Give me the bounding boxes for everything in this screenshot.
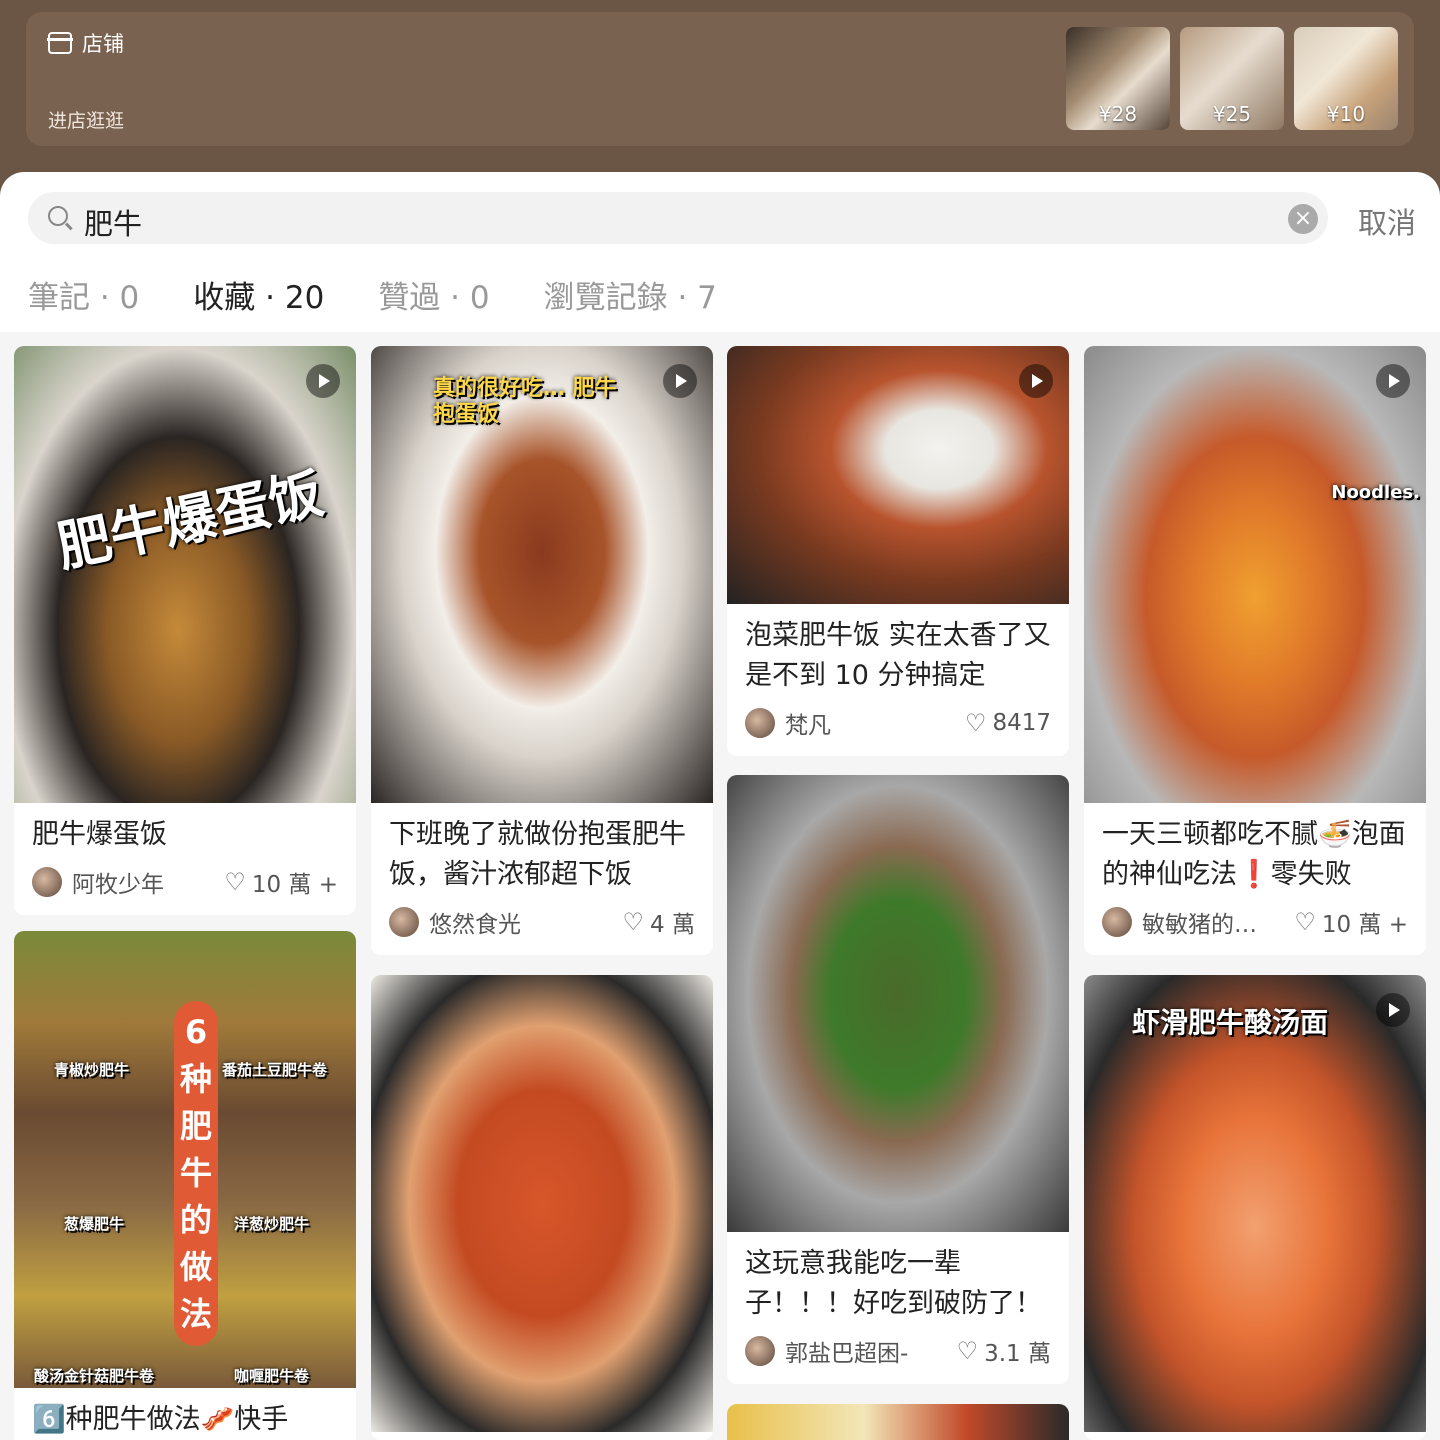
like-count: 3.1 萬 (984, 1341, 1051, 1367)
note-title: 这玩意我能吃一辈子！！！好吃到破防了！ (745, 1248, 1042, 1319)
tab-notes[interactable]: 筆記 · 0 (28, 272, 139, 317)
clear-icon[interactable]: × (1288, 204, 1318, 234)
shop-product-thumb[interactable]: ¥28 (1066, 27, 1170, 130)
like-count: 10 萬 + (251, 872, 338, 898)
note-meta: 郭盐巴超困- ♡ 3.1 萬 (727, 1324, 1069, 1384)
dish-label: 咖喱肥牛卷 (234, 1367, 310, 1385)
note-cover-image (371, 975, 713, 1432)
avatar[interactable] (745, 708, 775, 738)
shop-product-thumb[interactable]: ¥25 (1180, 27, 1284, 130)
tab-favorites[interactable]: 收藏 · 20 (193, 272, 324, 347)
like-button[interactable]: ♡ 8417 (965, 709, 1051, 737)
search-bar[interactable]: 肥牛 × (28, 192, 1328, 244)
cover-overlay-text: 真的很好吃… 肥牛抱蛋饭 (433, 376, 617, 427)
avatar[interactable] (32, 867, 62, 897)
note-cover-image: Noodles. (1084, 346, 1426, 803)
play-icon (1019, 364, 1053, 398)
note-card[interactable]: 泡菜肥牛饭 实在太香了又是不到 10 分钟搞定 梵凡 ♡ 8417 (727, 346, 1069, 756)
cover-overlay-text: 虾滑肥牛酸汤面 (1132, 1006, 1329, 1039)
note-title: 下班晚了就做份抱蛋肥牛饭，酱汁浓郁超下饭 (389, 819, 686, 890)
product-price: ¥10 (1326, 102, 1366, 126)
note-title: 6️⃣种肥牛做法🥓快手 (32, 1404, 289, 1435)
like-button[interactable]: ♡ 4 萬 (623, 905, 695, 939)
like-button[interactable]: ♡ 3.1 萬 (957, 1334, 1051, 1368)
shop-title-label: 店铺 (82, 32, 124, 56)
dish-label: 葱爆肥牛 (64, 1215, 125, 1233)
product-price: ¥28 (1098, 102, 1138, 126)
author-name[interactable]: 悠然食光 (429, 905, 623, 939)
author-name[interactable]: 梵凡 (785, 706, 965, 740)
author-name[interactable]: 敏敏猪的… (1142, 905, 1294, 939)
note-card[interactable] (371, 975, 713, 1440)
note-cover-image: 肥牛爆蛋饭 (14, 346, 356, 803)
heart-icon: ♡ (1294, 908, 1316, 936)
avatar[interactable] (1102, 907, 1132, 937)
dish-label: 青椒炒肥牛 (54, 1061, 130, 1079)
like-count: 4 萬 (650, 912, 695, 938)
tab-liked[interactable]: 贊過 · 0 (378, 272, 489, 317)
search-sheet: 肥牛 × 取消 筆記 · 0 收藏 · 20 贊過 · 0 瀏覽記錄 · 7 肥… (0, 172, 1440, 1440)
like-button[interactable]: ♡ 10 萬 + (1294, 905, 1408, 939)
note-card[interactable] (727, 1404, 1069, 1440)
note-meta: 梵凡 ♡ 8417 (727, 696, 1069, 756)
dish-label: 酸汤金针菇肥牛卷 (34, 1367, 155, 1385)
note-cover-image: 6种肥牛的做法 青椒炒肥牛 番茄土豆肥牛卷 葱爆肥牛 洋葱炒肥牛 酸汤金针菇肥牛… (14, 931, 356, 1388)
note-cover-image (727, 1404, 1069, 1440)
heart-icon: ♡ (224, 868, 246, 896)
cover-overlay-text: Noodles. (1331, 482, 1420, 503)
note-cover-image (727, 775, 1069, 1232)
store-icon (47, 32, 73, 54)
like-count: 10 萬 + (1321, 912, 1408, 938)
note-feed: 肥牛爆蛋饭 肥牛爆蛋饭 阿牧少年 ♡ 10 萬 + 6种肥牛的做法 青椒炒肥牛 番… (0, 332, 1440, 1440)
shop-banner: 店铺 进店逛逛 ¥28 ¥25 ¥10 (0, 0, 1440, 180)
heart-icon: ♡ (964, 709, 987, 737)
heart-icon: ♡ (622, 908, 645, 936)
avatar[interactable] (389, 907, 419, 937)
note-card[interactable]: 6种肥牛的做法 青椒炒肥牛 番茄土豆肥牛卷 葱爆肥牛 洋葱炒肥牛 酸汤金针菇肥牛… (14, 931, 356, 1440)
note-card[interactable]: 这玩意我能吃一辈子！！！好吃到破防了！ 郭盐巴超困- ♡ 3.1 萬 (727, 775, 1069, 1384)
tab-bar: 筆記 · 0 收藏 · 20 贊過 · 0 瀏覽記錄 · 7 (28, 272, 717, 347)
note-meta: 阿牧少年 ♡ 10 萬 + (14, 855, 356, 915)
note-cover-image: 真的很好吃… 肥牛抱蛋饭 (371, 346, 713, 803)
play-icon (663, 364, 697, 398)
cancel-button[interactable]: 取消 (1358, 200, 1416, 242)
note-card[interactable]: Noodles. 一天三顿都吃不腻🍜泡面的神仙吃法❗️零失败 敏敏猪的… ♡ 10… (1084, 346, 1426, 955)
like-count: 8417 (992, 710, 1051, 736)
note-cover-image (727, 346, 1069, 604)
dish-label: 洋葱炒肥牛 (234, 1215, 310, 1233)
search-input[interactable]: 肥牛 (84, 201, 142, 243)
note-meta: 敏敏猪的… ♡ 10 萬 + (1084, 895, 1426, 955)
cover-overlay-text: 肥牛爆蛋饭 (51, 461, 329, 580)
play-icon (1376, 364, 1410, 398)
shop-product-list: ¥28 ¥25 ¥10 (1066, 27, 1398, 130)
note-title: 一天三顿都吃不腻🍜泡面的神仙吃法❗️零失败 (1102, 819, 1406, 890)
shop-enter-link[interactable]: 进店逛逛 (48, 106, 124, 133)
like-button[interactable]: ♡ 10 萬 + (224, 865, 338, 899)
shop-card[interactable]: 店铺 进店逛逛 ¥28 ¥25 ¥10 (26, 12, 1414, 146)
dish-label: 番茄土豆肥牛卷 (222, 1061, 328, 1079)
author-name[interactable]: 郭盐巴超困- (785, 1334, 957, 1368)
note-title: 肥牛爆蛋饭 (32, 819, 167, 850)
cover-overlay-text: 6种肥牛的做法 (174, 1001, 218, 1346)
product-price: ¥25 (1212, 102, 1252, 126)
author-name[interactable]: 阿牧少年 (72, 865, 224, 899)
play-icon (1376, 993, 1410, 1027)
note-card[interactable]: 虾滑肥牛酸汤面 (1084, 975, 1426, 1440)
play-icon (306, 364, 340, 398)
note-meta: 悠然食光 ♡ 4 萬 (371, 895, 713, 955)
note-card[interactable]: 肥牛爆蛋饭 肥牛爆蛋饭 阿牧少年 ♡ 10 萬 + (14, 346, 356, 915)
search-icon (48, 206, 68, 226)
heart-icon: ♡ (956, 1337, 979, 1365)
tab-history[interactable]: 瀏覽記錄 · 7 (544, 272, 717, 317)
shop-product-thumb[interactable]: ¥10 (1294, 27, 1398, 130)
note-card[interactable]: 真的很好吃… 肥牛抱蛋饭 下班晚了就做份抱蛋肥牛饭，酱汁浓郁超下饭 悠然食光 ♡… (371, 346, 713, 955)
shop-title: 店铺 (47, 28, 124, 58)
note-title: 泡菜肥牛饭 实在太香了又是不到 10 分钟搞定 (745, 620, 1051, 691)
avatar[interactable] (745, 1336, 775, 1366)
note-cover-image: 虾滑肥牛酸汤面 (1084, 975, 1426, 1432)
